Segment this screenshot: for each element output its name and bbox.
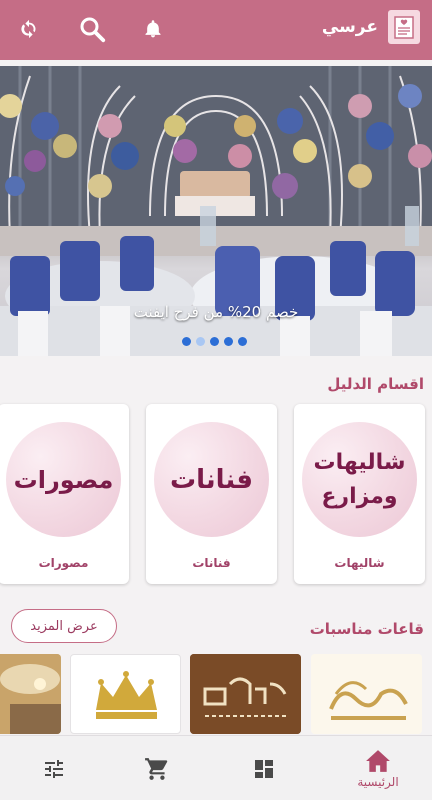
category-image: فنانات: [154, 422, 269, 537]
dashboard-icon: [255, 759, 273, 778]
carousel-indicator: [182, 337, 247, 346]
refresh-icon[interactable]: [12, 12, 46, 46]
nav-home[interactable]: الرئيسية: [324, 736, 432, 800]
carousel-dot[interactable]: [182, 337, 191, 346]
carousel-dot[interactable]: [210, 337, 219, 346]
category-label: مصورات: [38, 556, 89, 570]
top-app-bar: عرسي: [0, 0, 432, 60]
category-image-text: ومزارع: [321, 483, 398, 509]
venue-card[interactable]: [70, 654, 181, 734]
nav-dashboard[interactable]: [210, 736, 318, 800]
app-title: عرسي: [321, 17, 378, 37]
show-more-button[interactable]: عرض المزيد: [11, 609, 117, 643]
venue-logo: [190, 654, 301, 734]
category-card-singers[interactable]: فنانات فنانات: [146, 404, 277, 584]
nav-filter[interactable]: [0, 736, 108, 800]
venues-list: [0, 654, 432, 734]
venue-card[interactable]: [0, 654, 61, 734]
category-image-text: فنانات: [169, 464, 254, 495]
home-icon: [366, 749, 390, 772]
venues-title: قاعات مناسبات: [309, 620, 424, 638]
venue-card[interactable]: [311, 654, 422, 734]
category-label: شاليهات: [334, 556, 385, 570]
carousel-dot[interactable]: [224, 337, 233, 346]
category-image: مصورات: [6, 422, 121, 537]
bottom-navigation: الرئيسية: [0, 735, 432, 800]
venue-photo: [0, 654, 61, 734]
venue-card[interactable]: [190, 654, 301, 734]
category-card-chalets[interactable]: شاليهات ومزارع شاليهات: [294, 404, 425, 584]
categories-title: اقسام الدليل: [327, 375, 424, 393]
search-icon[interactable]: [72, 12, 112, 46]
venue-logo: [96, 671, 157, 719]
bell-icon[interactable]: [136, 12, 170, 46]
nav-home-label: الرئيسية: [357, 774, 399, 789]
banner-caption: خصم 20% من فرح ايفنت: [133, 303, 299, 321]
cart-icon: [145, 757, 168, 780]
category-image-text: مصورات: [13, 465, 114, 494]
venue-logo: [311, 654, 422, 734]
nav-cart[interactable]: [103, 736, 211, 800]
app-logo-icon: [388, 10, 420, 44]
carousel-dot[interactable]: [238, 337, 247, 346]
category-card-photographers[interactable]: مصورات مصورات: [0, 404, 129, 584]
category-image-text: شاليهات: [313, 449, 406, 475]
carousel-dot[interactable]: [196, 337, 205, 346]
category-label: فنانات: [192, 556, 231, 570]
categories-list: شاليهات ومزارع شاليهات فنانات فنانات مصور…: [0, 396, 432, 592]
category-image: شاليهات ومزارع: [302, 422, 417, 537]
brand[interactable]: عرسي: [322, 10, 420, 44]
filter-sliders-icon: [45, 759, 63, 778]
